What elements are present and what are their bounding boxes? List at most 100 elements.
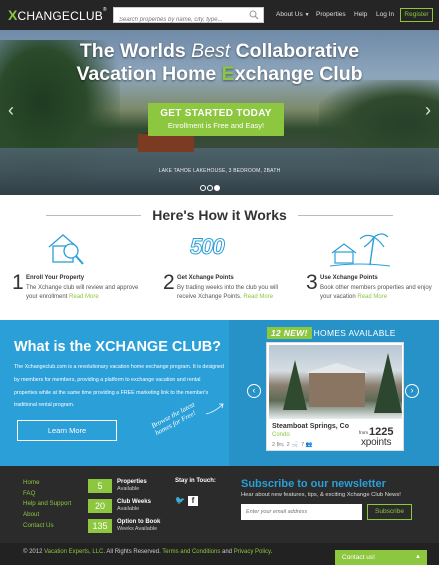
photo-tree [374,353,402,413]
step-description: Book other members properties and enjoy … [320,284,435,302]
social-links: 🐦 f [175,490,201,508]
next-slide-icon[interactable]: › [425,100,431,121]
how-title: Here's How it Works [0,207,439,223]
home-card[interactable]: Steamboat Springs, Co Condo 2 🛏 2 🛁 7 👥 … [266,342,404,451]
stat-label: Club Weeks [117,499,151,505]
chevron-down-icon: ▼ [304,12,310,18]
arrow-icon [205,403,224,415]
how-title-text: Here's How it Works [146,207,293,223]
home-type: Condo [272,432,290,438]
step-number: 1 [12,271,24,294]
hero-slider: The Worlds Best Collaborative Vacation H… [0,30,439,195]
stay-in-touch-label: Stay in Touch: [175,478,216,484]
footer-link-home[interactable]: Home [23,478,71,489]
stat-properties: 5 Properties Available [88,479,168,494]
stat-label: Properties [117,479,147,485]
copyright-and: and [220,549,234,555]
copyright-prefix: © 2012 [23,549,45,555]
nav-properties[interactable]: Properties [316,11,346,18]
stat-sublabel: Available [117,486,140,492]
bed-count: 2 [272,442,276,448]
slider-dot[interactable] [207,185,213,191]
slider-dots [200,178,221,195]
stat-value: 5 [88,479,112,493]
house-search-icon [48,234,84,265]
step-description: By trading weeks into the club you will … [177,284,292,302]
step-number: 3 [306,271,318,294]
facebook-icon[interactable]: f [188,496,198,506]
search-icon[interactable] [249,10,259,20]
contact-tab-label: Contact us! [342,554,375,561]
privacy-link[interactable]: Privacy Policy [234,549,271,555]
new-count: 12 [271,328,282,338]
slider-dot[interactable] [200,185,206,191]
stat-sublabel: Weeks Available [117,526,158,532]
home-name[interactable]: Steamboat Springs, Co [272,423,349,430]
photo-building [305,363,369,407]
newsletter-email-input[interactable] [241,504,362,520]
logo-x: X [8,7,18,23]
bed-icon: 🛏 [276,442,284,448]
stat-value: 135 [88,519,112,533]
next-home-icon[interactable]: › [405,384,419,398]
copyright-suffix: . [270,549,273,555]
footer-links: Home FAQ Help and Support About Contact … [23,478,71,532]
footer-link-contact[interactable]: Contact Us [23,521,71,532]
slide-caption: LAKE TAHOE LAKEHOUSE, 3 BEDROOM, 2BATH [158,168,281,174]
guest-count: 7 [301,442,305,448]
read-more-link[interactable]: Read More [69,294,99,300]
nav-about-us[interactable]: About Us ▼ [276,11,310,18]
step-title: Enroll Your Property [26,275,85,281]
subscribe-button[interactable]: Subscribe [367,504,412,520]
new-label: NEW! [283,328,308,338]
learn-more-button[interactable]: Learn More [17,420,117,441]
step-title: Use Xchange Points [320,275,378,281]
points-from: from [359,430,368,435]
newsletter-subtitle: Hear about new features, tips, & excitin… [241,492,401,498]
prev-home-icon[interactable]: ‹ [247,384,261,398]
bath-count: 2 [286,442,290,448]
hero-title: The Worlds Best Collaborative Vacation H… [0,40,439,86]
stat-sublabel: Available [117,506,140,512]
company-link[interactable]: Vacation Experts, LLC [44,549,103,555]
search-input[interactable] [114,13,244,27]
logo[interactable]: XCHANGECLUB® [8,7,107,23]
copyright-middle: . All Rights Reserved. [103,549,163,555]
about-title: What is the XCHANGE CLUB? [14,339,222,355]
points-500-text: 500 [190,234,226,260]
read-more-link[interactable]: Read More [243,294,273,300]
read-more-link[interactable]: Read More [357,294,387,300]
prev-slide-icon[interactable]: ‹ [8,100,14,121]
stat-value: 20 [88,499,112,513]
copyright-text: © 2012 Vacation Experts, LLC. All Rights… [23,549,272,555]
get-started-button[interactable]: GET STARTED TODAY Enrollment is Free and… [148,103,284,136]
footer-link-faq[interactable]: FAQ [23,489,71,500]
hero-title-line2a: Vacation Home [76,63,222,85]
cta-label: GET STARTED TODAY [160,108,272,119]
nav-login[interactable]: Log In [376,11,394,18]
logo-text: CHANGECLUB [17,9,103,23]
slider-dot-active[interactable] [214,185,220,191]
bath-icon: 🛁 [291,442,299,448]
stat-option-to-book: 135 Option to Book Weeks Available [88,519,168,534]
search-box[interactable] [113,7,264,27]
terms-link[interactable]: Terms and Conditions [162,549,220,555]
cta-sublabel: Enrollment is Free and Easy! [167,121,265,130]
hero-title-line2b: xchange Club [234,63,363,85]
newsletter-title: Subscribe to our newsletter [241,478,386,490]
chevron-up-icon: ▲ [415,554,421,560]
nav-about-label: About Us [276,11,303,18]
photo-tree [283,360,307,410]
hero-title-green-e: E [221,63,235,85]
homes-available-panel: 12 NEW! HOMES AVAILABLE ‹ › Steamboat Spr… [229,320,439,466]
register-button[interactable]: Register [400,8,433,22]
how-it-works-heading: Here's How it Works [0,207,439,223]
contact-us-tab[interactable]: Contact us! ▲ [335,550,427,565]
twitter-icon[interactable]: 🐦 [175,496,185,506]
home-photo[interactable] [269,345,402,419]
nav-help[interactable]: Help [354,11,367,18]
step-title: Get Xchange Points [177,275,234,281]
points-500-icon: 500 [190,234,240,264]
footer-link-about[interactable]: About [23,510,71,521]
footer-link-help[interactable]: Help and Support [23,499,71,510]
